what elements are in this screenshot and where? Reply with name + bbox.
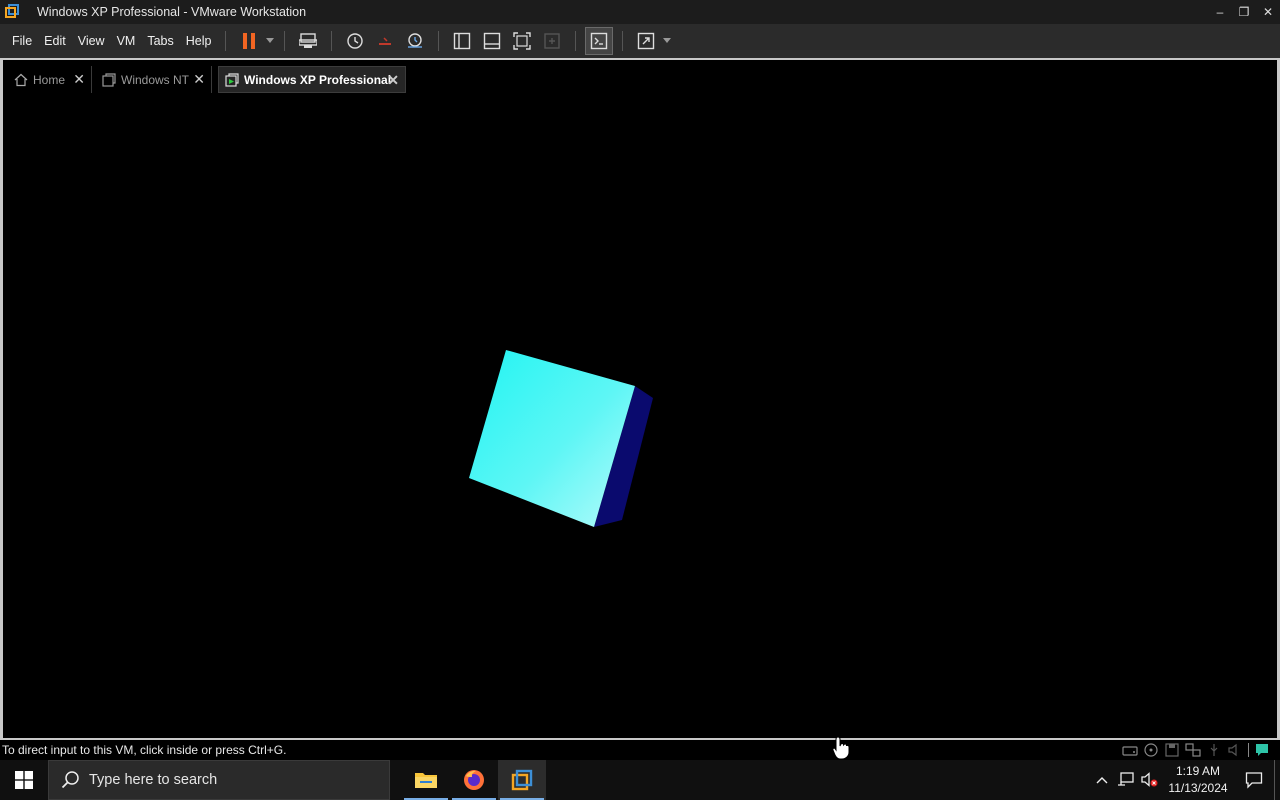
- menu-view[interactable]: View: [72, 34, 111, 48]
- stretch-dropdown[interactable]: [661, 28, 673, 54]
- menu-help[interactable]: Help: [180, 34, 218, 48]
- tab-label: Windows XP Professional: [244, 72, 392, 87]
- title-bar: Windows XP Professional - VMware Worksta…: [0, 0, 1280, 24]
- network-status-button[interactable]: [1114, 760, 1138, 800]
- console-view-button[interactable]: [585, 27, 614, 55]
- network-status-icon: [1118, 772, 1134, 786]
- taskbar-file-explorer[interactable]: [402, 760, 450, 800]
- windows-taskbar: Type here to search 1:19 AM 11/13/2024: [0, 760, 1280, 800]
- tab-windows-xp-professional[interactable]: Windows XP Professional ✕: [218, 66, 406, 93]
- chevron-down-icon: [266, 38, 275, 43]
- usb-icon[interactable]: [1206, 743, 1222, 757]
- rotating-cube: [469, 350, 653, 527]
- pause-button[interactable]: [236, 28, 262, 54]
- clock-date: 11/13/2024: [1168, 781, 1228, 795]
- taskbar-firefox[interactable]: [450, 760, 498, 800]
- thumbnail-bar-icon: [484, 32, 501, 50]
- toolbar-separator: [622, 31, 624, 51]
- menu-tabs[interactable]: Tabs: [141, 34, 179, 48]
- window-controls: – ❐ ✕: [1208, 0, 1280, 24]
- show-hidden-icons-icon: [1096, 777, 1108, 784]
- full-screen-icon: [513, 32, 532, 50]
- vmware-workstation-icon: [511, 769, 533, 791]
- menu-file[interactable]: File: [6, 34, 38, 48]
- unity-icon: [544, 33, 561, 49]
- taskbar-search-box[interactable]: Type here to search: [48, 760, 390, 800]
- tab-label: Windows NT: [121, 72, 190, 87]
- file-explorer-icon: [415, 773, 437, 788]
- close-icon[interactable]: ✕: [193, 72, 205, 86]
- status-bar: To direct input to this VM, click inside…: [0, 738, 1280, 760]
- close-button[interactable]: ✕: [1256, 0, 1280, 24]
- power-dropdown[interactable]: [264, 28, 276, 54]
- toolbar-separator: [225, 31, 227, 51]
- snapshot-manager-button[interactable]: [402, 28, 428, 54]
- system-tray: 1:19 AM 11/13/2024: [1090, 760, 1280, 800]
- device-icons: [1122, 743, 1270, 757]
- console-view-icon: [591, 32, 608, 50]
- status-separator: [1248, 743, 1249, 757]
- show-hidden-icons-button[interactable]: [1090, 760, 1114, 800]
- pause-icon: [243, 33, 256, 49]
- show-library-button[interactable]: [449, 28, 475, 54]
- full-screen-button[interactable]: [509, 28, 535, 54]
- tab-strip: Home ✕ Windows NT ✕ Windows XP Professio…: [0, 58, 1280, 100]
- volume-muted-icon: [1141, 772, 1158, 787]
- search-placeholder: Type here to search: [89, 772, 218, 788]
- tab-windows-nt[interactable]: Windows NT ✕: [96, 66, 212, 93]
- firefox-icon: [464, 770, 484, 790]
- hand-cursor-icon: [832, 736, 850, 760]
- floppy-icon[interactable]: [1164, 743, 1180, 757]
- minimize-button[interactable]: –: [1208, 0, 1232, 24]
- toolbar-separator: [575, 31, 577, 51]
- volume-button[interactable]: [1138, 760, 1162, 800]
- revert-snapshot-icon: [379, 37, 392, 45]
- message-icon[interactable]: [1254, 743, 1270, 757]
- menu-toolbar: File Edit View VM Tabs Help: [0, 24, 1280, 58]
- tab-home[interactable]: Home ✕: [8, 66, 92, 93]
- snapshot-icon: [347, 33, 364, 49]
- snapshot-button[interactable]: [342, 28, 368, 54]
- chevron-down-icon: [663, 38, 672, 43]
- menu-vm[interactable]: VM: [111, 34, 142, 48]
- clock-time: 1:19 AM: [1175, 764, 1221, 778]
- toolbar-separator: [438, 31, 440, 51]
- start-button[interactable]: [0, 760, 48, 800]
- toolbar-separator: [331, 31, 333, 51]
- toolbar-separator: [284, 31, 286, 51]
- status-text: To direct input to this VM, click inside…: [2, 743, 287, 757]
- action-center-button[interactable]: [1234, 760, 1274, 800]
- vm-icon: [102, 72, 116, 87]
- cd-dvd-icon[interactable]: [1143, 743, 1159, 757]
- revert-snapshot-button[interactable]: [372, 28, 398, 54]
- tab-label: Home: [33, 72, 66, 87]
- thumbnail-bar-button[interactable]: [479, 28, 505, 54]
- windows-logo-icon: [15, 771, 33, 789]
- taskbar-clock[interactable]: 1:19 AM 11/13/2024: [1162, 763, 1234, 797]
- hard-disk-icon[interactable]: [1122, 743, 1138, 757]
- show-desktop-button[interactable]: [1274, 760, 1280, 800]
- show-library-icon: [454, 32, 471, 50]
- send-ctrl-alt-del-icon: [299, 33, 318, 48]
- network-icon[interactable]: [1185, 743, 1201, 757]
- home-icon: [14, 73, 28, 87]
- unity-button: [539, 28, 565, 54]
- search-icon: [61, 771, 79, 789]
- close-icon[interactable]: ✕: [73, 72, 85, 86]
- stretch-guest-button[interactable]: [633, 28, 659, 54]
- snapshot-manager-icon: [408, 33, 423, 48]
- restore-button[interactable]: ❐: [1232, 0, 1256, 24]
- close-icon[interactable]: ✕: [387, 73, 399, 87]
- taskbar-vmware-workstation[interactable]: [498, 760, 546, 800]
- sound-icon[interactable]: [1227, 743, 1243, 757]
- window-title: Windows XP Professional - VMware Worksta…: [37, 5, 307, 19]
- vmware-app-icon[interactable]: [4, 4, 20, 20]
- vm-running-icon: [225, 72, 239, 87]
- vm-console-screen[interactable]: [3, 100, 1277, 738]
- stretch-guest-icon: [638, 32, 655, 50]
- action-center-icon: [1245, 772, 1263, 789]
- menu-edit[interactable]: Edit: [38, 34, 72, 48]
- send-ctrl-alt-del-button[interactable]: [295, 28, 321, 54]
